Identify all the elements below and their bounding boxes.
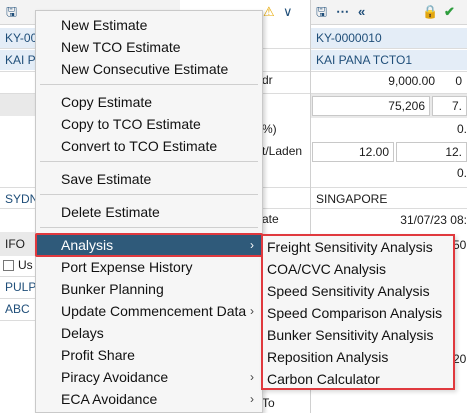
menu-separator (40, 161, 258, 162)
chevron-right-icon: › (250, 392, 254, 406)
menu-item-update-commencement-data[interactable]: Update Commencement Data › (36, 300, 262, 322)
submenu-item-speed-sensitivity-analysis[interactable]: Speed Sensitivity Analysis (263, 280, 453, 302)
field-label: %) (262, 122, 277, 136)
menu-item-bunker-planning[interactable]: Bunker Planning (36, 278, 262, 300)
menu-item-save-estimate[interactable]: Save Estimate (36, 168, 262, 190)
menu-item-label: ECA Avoidance (61, 391, 158, 407)
chevron-right-icon: › (250, 304, 254, 318)
field-value[interactable]: 12. (396, 142, 467, 162)
menu-item-port-expense-history[interactable]: Port Expense History (36, 256, 262, 278)
context-menu: New Estimate New TCO Estimate New Consec… (35, 10, 263, 413)
grid-line (0, 298, 36, 299)
submenu-item-reposition-analysis[interactable]: Reposition Analysis (263, 346, 453, 368)
chevron-right-icon: › (250, 238, 254, 252)
menu-item-label: New Consecutive Estimate (61, 61, 229, 77)
menu-item-label: Profit Share (61, 347, 135, 363)
menu-item-new-estimate[interactable]: New Estimate (36, 14, 262, 36)
menu-item-analysis[interactable]: Analysis › (36, 234, 262, 256)
arrival-date: 31/07/23 08: (400, 213, 467, 227)
grid-line (0, 320, 36, 321)
fuel-type-left: IFO (5, 237, 25, 251)
submenu-item-bunker-sensitivity-analysis[interactable]: Bunker Sensitivity Analysis (263, 324, 453, 346)
charterer-left[interactable]: ABC (5, 302, 30, 316)
menu-item-label: Port Expense History (61, 259, 193, 275)
vessel-name-right[interactable]: KAI PANA TCTO1 (311, 50, 467, 70)
collapse-left-icon[interactable]: « (358, 4, 365, 20)
menu-item-new-consecutive-estimate[interactable]: New Consecutive Estimate (36, 58, 262, 80)
menu-item-label: Delete Estimate (61, 204, 160, 220)
menu-item-label: Save Estimate (61, 171, 152, 187)
menu-item-label: Update Commencement Data (61, 303, 247, 319)
field-label: To (262, 396, 275, 410)
menu-item-label: Delays (61, 325, 104, 341)
field-label: t/Laden (262, 144, 303, 158)
submenu-item-speed-comparison-analysis[interactable]: Speed Comparison Analysis (263, 302, 453, 324)
menu-separator (40, 194, 258, 195)
check-icon[interactable]: ✔ (444, 4, 455, 20)
menu-item-convert-to-tco-estimate[interactable]: Convert to TCO Estimate (36, 135, 262, 157)
field-value[interactable]: 7. (432, 96, 467, 116)
menu-item-label: Piracy Avoidance (61, 369, 169, 385)
menu-separator (40, 227, 258, 228)
submenu-item-freight-sensitivity-analysis[interactable]: Freight Sensitivity Analysis (263, 236, 453, 258)
grid-line (0, 276, 36, 277)
field-value: 0. (456, 166, 467, 180)
menu-item-copy-estimate[interactable]: Copy Estimate (36, 91, 262, 113)
menu-item-label: Bunker Planning (61, 281, 164, 297)
menu-item-label: Analysis (61, 237, 114, 253)
field-value: 0. (456, 122, 467, 136)
grid-band (0, 94, 36, 116)
menu-item-delays[interactable]: Delays (36, 322, 262, 344)
use-checkbox[interactable] (3, 260, 14, 271)
port-right[interactable]: SINGAPORE (316, 192, 387, 206)
analysis-submenu: Freight Sensitivity Analysis COA/CVC Ana… (261, 234, 455, 390)
menu-item-label: Convert to TCO Estimate (61, 138, 218, 154)
right-toolbar: 🖫 ⋯ « 🔒 ✔ (310, 0, 467, 25)
chevron-down-icon[interactable]: ∨ (283, 4, 293, 20)
menu-item-delete-estimate[interactable]: Delete Estimate (36, 201, 262, 223)
submenu-item-carbon-calculator[interactable]: Carbon Calculator (263, 368, 453, 390)
menu-item-copy-to-tco-estimate[interactable]: Copy to TCO Estimate (36, 113, 262, 135)
submenu-item-coa-cvc-analysis[interactable]: COA/CVC Analysis (263, 258, 453, 280)
field-value[interactable]: 12.00 (312, 142, 394, 162)
menu-item-label: New Estimate (61, 17, 148, 33)
field-label: dr (262, 73, 273, 87)
menu-item-profit-share[interactable]: Profit Share (36, 344, 262, 366)
use-label: Us (18, 258, 33, 272)
cargo-left[interactable]: PULP (5, 280, 36, 294)
menu-separator (40, 84, 258, 85)
lock-icon[interactable]: 🔒 (422, 4, 438, 20)
menu-item-eca-avoidance[interactable]: ECA Avoidance › (36, 388, 262, 410)
menu-item-label: New TCO Estimate (61, 39, 181, 55)
estimate-id-left[interactable]: KY-00 (0, 28, 36, 48)
save-icon[interactable]: 🖫 (316, 4, 327, 20)
menu-item-label: Copy to TCO Estimate (61, 116, 201, 132)
field-value: 0 (455, 74, 462, 88)
vessel-name-left[interactable]: KAI P (0, 50, 36, 70)
field-value: 9,000.00 (388, 74, 435, 88)
save-icon[interactable]: 🖫 (6, 4, 17, 20)
port-left[interactable]: SYDN (5, 192, 38, 206)
estimate-id-right[interactable]: KY-0000010 (311, 28, 467, 48)
field-value: 50. (453, 238, 467, 252)
field-label: ate (262, 212, 279, 226)
more-icon[interactable]: ⋯ (336, 4, 349, 20)
menu-item-label: Copy Estimate (61, 94, 153, 110)
menu-item-piracy-avoidance[interactable]: Piracy Avoidance › (36, 366, 262, 388)
field-value: 20. (453, 352, 467, 366)
menu-item-new-tco-estimate[interactable]: New TCO Estimate (36, 36, 262, 58)
field-value[interactable]: 75,206 (312, 96, 430, 116)
warning-icon: ⚠ (263, 4, 275, 19)
chevron-right-icon: › (250, 370, 254, 384)
